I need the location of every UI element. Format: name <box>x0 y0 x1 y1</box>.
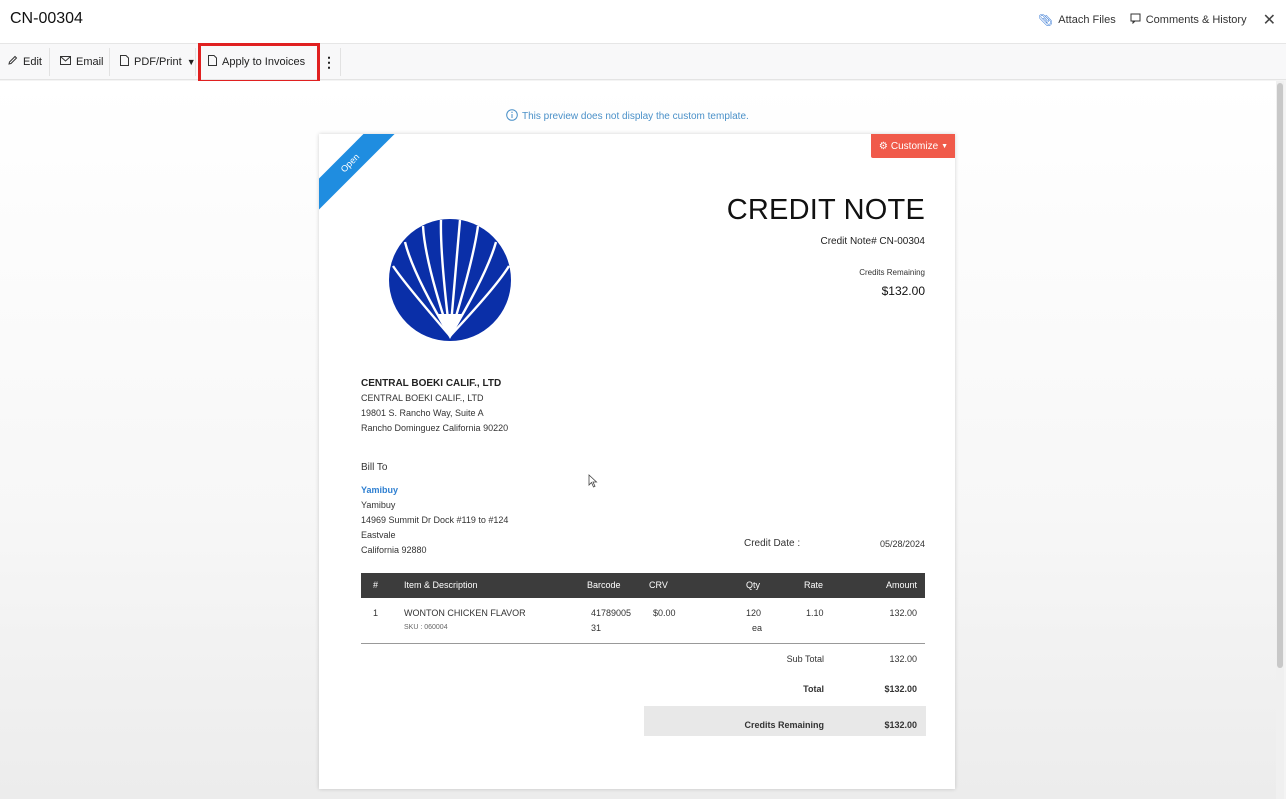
toolbar-divider <box>109 48 110 76</box>
column-header-barcode: Barcode <box>587 580 621 590</box>
page-title: CN-00304 <box>10 10 83 27</box>
top-actions: 📎︎ Attach Files Comments & History ✕ <box>1038 10 1276 30</box>
pdf-print-label: PDF/Print <box>134 56 182 68</box>
toolbar-divider <box>195 48 196 76</box>
pdf-icon <box>120 55 129 69</box>
toolbar-divider <box>49 48 50 76</box>
more-options-icon[interactable]: ⋮ <box>322 44 336 80</box>
item-rate: 1.10 <box>806 608 824 618</box>
caret-down-icon: ▼ <box>941 142 949 150</box>
column-header-qty: Qty <box>746 580 761 590</box>
email-label: Email <box>76 56 104 68</box>
gear-icon: ⚙ <box>878 140 888 152</box>
sub-total-label: Sub Total <box>786 654 824 664</box>
bill-to-label: Bill To <box>361 462 388 473</box>
sub-total-row: Sub Total 132.00 <box>361 650 925 680</box>
bill-to-line: 14969 Summit Dr Dock #119 to #124 <box>361 515 509 525</box>
paperclip-icon: 📎︎ <box>1038 13 1054 27</box>
column-header-rate: Rate <box>804 580 824 590</box>
bill-to-line: California 92880 <box>361 545 427 555</box>
item-qty: 120 <box>746 608 762 618</box>
organization-address: CENTRAL BOEKI CALIF., LTD CENTRAL BOEKI … <box>361 376 508 436</box>
item-crv: $0.00 <box>653 608 676 618</box>
attach-files-label: Attach Files <box>1058 14 1116 26</box>
org-address-line: 19801 S. Rancho Way, Suite A <box>361 408 484 418</box>
item-sku: SKU : 060004 <box>404 624 448 631</box>
column-header-crv: CRV <box>649 580 668 590</box>
close-icon[interactable]: ✕ <box>1263 10 1276 30</box>
credits-remaining-amount: $132.00 <box>881 284 925 298</box>
company-logo <box>385 214 515 351</box>
column-header-num: # <box>373 580 379 590</box>
total-row: Total $132.00 <box>361 680 925 710</box>
item-barcode-line2: 31 <box>591 623 602 633</box>
items-table: # Item & Description Barcode CRV Qty Rat… <box>361 573 925 644</box>
item-unit: ea <box>752 623 763 633</box>
total-value: $132.00 <box>884 684 917 694</box>
organization-name: CENTRAL BOEKI CALIF., LTD <box>361 378 502 389</box>
comments-history-label: Comments & History <box>1145 14 1247 26</box>
preview-note: This preview does not display the custom… <box>506 109 749 124</box>
email-button[interactable]: Email <box>60 44 104 80</box>
column-header-amount: Amount <box>885 580 917 590</box>
pencil-icon <box>7 55 18 69</box>
highlight-annotation <box>198 43 320 83</box>
table-row: 1 WONTON CHICKEN FLAVOR SKU : 060004 417… <box>361 598 925 644</box>
org-address-line: Rancho Dominguez California 90220 <box>361 423 509 433</box>
row-num: 1 <box>373 608 379 618</box>
credits-remaining-label: Credits Remaining <box>859 268 925 277</box>
toolbar-divider <box>340 48 341 76</box>
edit-label: Edit <box>23 56 42 68</box>
mail-icon <box>60 56 71 68</box>
column-header-item: Item & Description <box>404 580 478 590</box>
customize-label: Customize <box>890 140 939 152</box>
table-header: # Item & Description Barcode CRV Qty Rat… <box>361 573 925 598</box>
comment-icon <box>1130 13 1141 27</box>
credit-date-label: Credit Date : <box>744 538 801 549</box>
totals-section: Sub Total 132.00 Total $132.00 Credits R… <box>361 650 925 740</box>
preview-note-text: This preview does not display the custom… <box>522 111 749 122</box>
item-amount: 132.00 <box>889 608 917 618</box>
credit-date-value: 05/28/2024 <box>879 539 925 549</box>
mouse-cursor-icon <box>588 474 598 491</box>
top-bar: CN-00304 📎︎ Attach Files Comments & Hist… <box>0 0 1286 44</box>
credits-remaining-total-label: Credits Remaining <box>744 720 824 730</box>
scrollbar-thumb[interactable] <box>1277 83 1283 668</box>
credits-remaining-total-value: $132.00 <box>884 720 917 730</box>
document-title: CREDIT NOTE <box>726 194 925 226</box>
info-icon <box>506 109 518 124</box>
status-ribbon: Open <box>319 134 400 213</box>
bill-to-line: Eastvale <box>361 530 396 540</box>
sub-total-value: 132.00 <box>889 654 917 664</box>
bill-to-line: Yamibuy <box>361 500 396 510</box>
bill-to-address: Yamibuy Yamibuy 14969 Summit Dr Dock #11… <box>361 483 508 558</box>
total-label: Total <box>803 684 824 694</box>
item-barcode-line1: 41789005 <box>591 608 632 618</box>
item-name: WONTON CHICKEN FLAVOR <box>404 608 526 618</box>
org-address-line: CENTRAL BOEKI CALIF., LTD <box>361 393 484 403</box>
credit-note-number: Credit Note# CN-00304 <box>820 236 926 247</box>
customize-button[interactable]: ⚙ Customize ▼ <box>871 134 955 158</box>
comments-history-button[interactable]: Comments & History <box>1130 13 1247 27</box>
credits-remaining-row: Credits Remaining $132.00 <box>361 710 925 740</box>
attach-files-button[interactable]: 📎︎ Attach Files <box>1038 13 1116 27</box>
customer-link[interactable]: Yamibuy <box>361 483 508 498</box>
pdf-print-button[interactable]: PDF/Print ▼ <box>120 44 196 80</box>
credit-note-document: Open ⚙ Customize ▼ CREDIT NOTE Credit No… <box>319 134 955 789</box>
edit-button[interactable]: Edit <box>7 44 42 80</box>
toolbar: Edit Email PDF/Print ▼ Apply to Invoices <box>0 44 1286 113</box>
